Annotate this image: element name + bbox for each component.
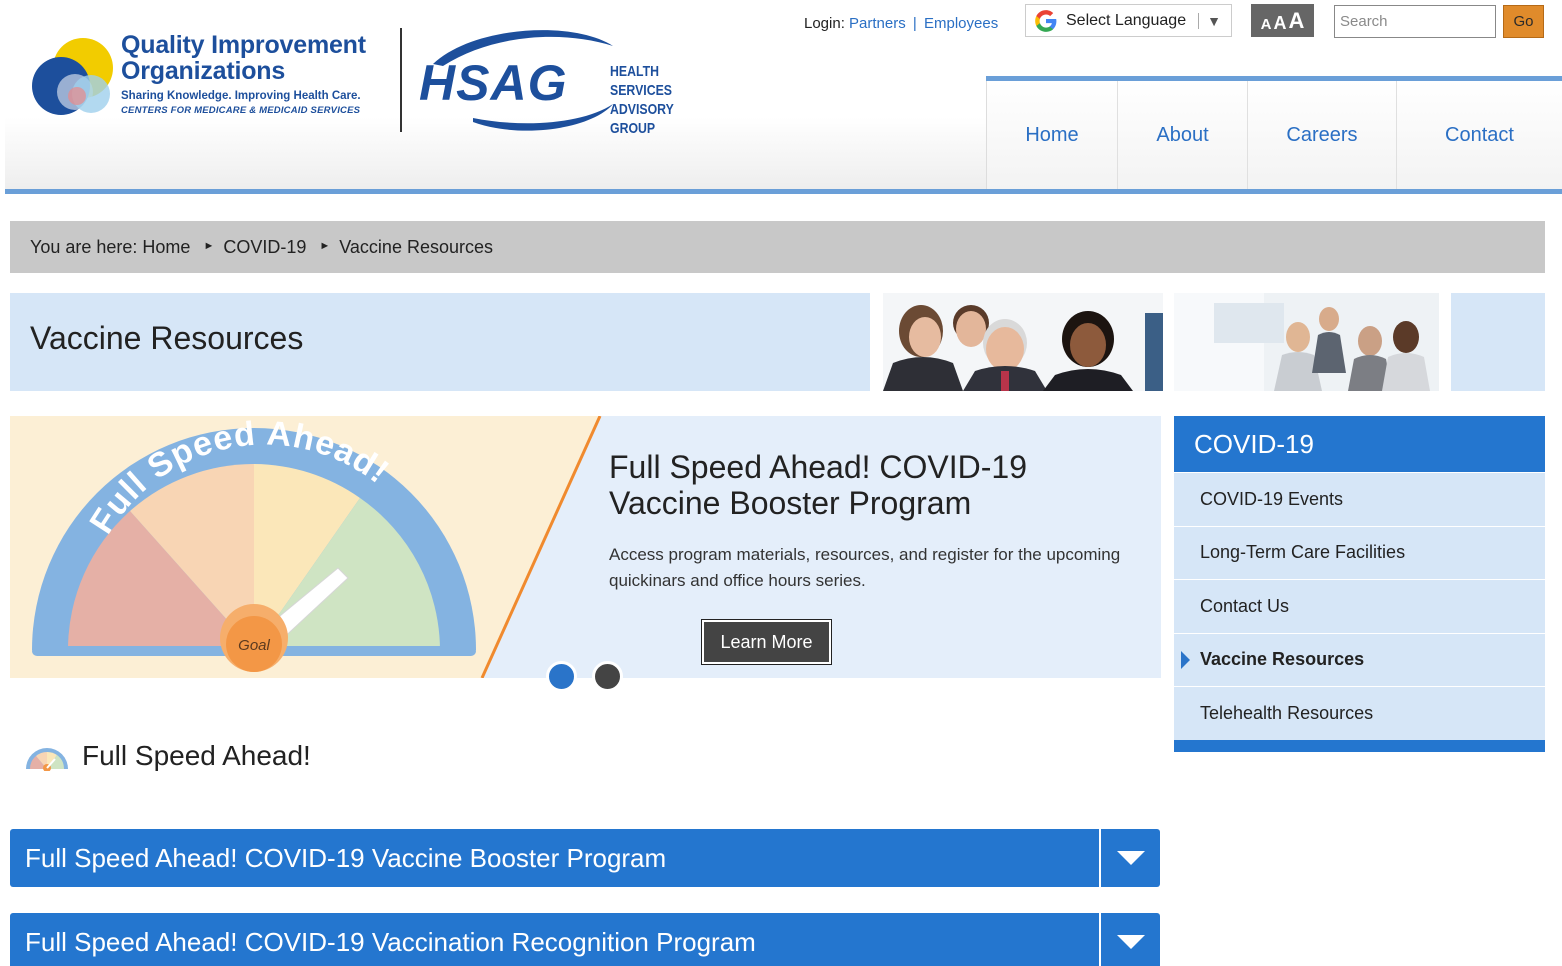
text-size-control: A A A bbox=[1251, 4, 1314, 37]
breadcrumb: You are here: Home ► COVID-19 ► Vaccine … bbox=[10, 221, 1545, 273]
slide-title: Full Speed Ahead! COVID-19 Vaccine Boost… bbox=[609, 449, 1028, 521]
google-g-icon bbox=[1035, 9, 1057, 32]
speed-gauge-icon bbox=[26, 748, 68, 771]
section-title: Full Speed Ahead! bbox=[82, 740, 311, 771]
partners-login-link[interactable]: Partners bbox=[849, 15, 906, 32]
breadcrumb-current: Vaccine Resources bbox=[339, 236, 493, 257]
hsag-logo[interactable]: HSAG HEALTH SERVICES ADVISORY GROUP bbox=[413, 24, 723, 137]
language-select-label: Select Language bbox=[1066, 11, 1187, 29]
hsag-sub-line2: ADVISORY GROUP bbox=[610, 101, 674, 137]
header-photo-team bbox=[883, 293, 1163, 391]
breadcrumb-separator-icon: ► bbox=[203, 240, 215, 252]
accordion-toggle[interactable] bbox=[1099, 913, 1160, 966]
nav-home[interactable]: Home bbox=[986, 81, 1117, 189]
chevron-down-icon: ▼ bbox=[1198, 12, 1221, 29]
search-input[interactable] bbox=[1334, 5, 1496, 38]
main-nav: Home About Careers Contact bbox=[986, 76, 1562, 189]
breadcrumb-home[interactable]: Home bbox=[142, 237, 190, 258]
sidebar-item-covid19-events[interactable]: COVID-19 Events bbox=[1174, 472, 1545, 526]
slide-description: Access program materials, resources, and… bbox=[609, 545, 1121, 590]
title-band-end bbox=[1451, 293, 1545, 391]
sidebar-heading[interactable]: COVID-19 bbox=[1174, 416, 1545, 472]
breadcrumb-separator-icon: ► bbox=[319, 240, 331, 252]
accordion-label: Full Speed Ahead! COVID-19 Vaccine Boost… bbox=[25, 842, 667, 873]
sidebar-item-telehealth[interactable]: Telehealth Resources bbox=[1174, 686, 1545, 740]
chevron-down-icon bbox=[1116, 935, 1145, 949]
logo-divider bbox=[400, 28, 402, 132]
slider-pagination bbox=[546, 661, 623, 692]
qio-agency: CENTERS FOR MEDICARE & MEDICAID SERVICES bbox=[121, 105, 361, 116]
nav-careers[interactable]: Careers bbox=[1247, 81, 1396, 189]
hero-slider: Goal Full Speed Ahead! Full Speed Ahead!… bbox=[10, 416, 1161, 678]
qio-title-line2: Organizations bbox=[121, 57, 286, 85]
caret-right-icon bbox=[1181, 650, 1190, 669]
sidebar-footer-bar bbox=[1174, 739, 1545, 752]
header-photo-group bbox=[1174, 293, 1439, 391]
hsag-sub-line1: HEALTH SERVICES bbox=[610, 63, 672, 99]
text-size-medium-button[interactable]: A bbox=[1273, 14, 1286, 32]
qio-tagline: Sharing Knowledge. Improving Health Care… bbox=[121, 90, 361, 102]
sidebar-item-vaccine-resources[interactable]: Vaccine Resources bbox=[1174, 632, 1545, 686]
full-speed-ahead-gauge-graphic: Goal Full Speed Ahead! bbox=[10, 416, 602, 678]
language-select[interactable]: Select Language ▼ bbox=[1025, 4, 1232, 37]
accordion-booster-program[interactable]: Full Speed Ahead! COVID-19 Vaccine Boost… bbox=[10, 829, 1160, 887]
sidebar-item-long-term-care[interactable]: Long-Term Care Facilities bbox=[1174, 525, 1545, 579]
qio-logo[interactable]: Quality Improvement Organizations Sharin… bbox=[31, 30, 411, 135]
text-size-large-button[interactable]: A bbox=[1288, 10, 1304, 32]
site-header: Quality Improvement Organizations Sharin… bbox=[5, 0, 1562, 194]
accordion-recognition-program[interactable]: Full Speed Ahead! COVID-19 Vaccination R… bbox=[10, 913, 1160, 966]
learn-more-button[interactable]: Learn More bbox=[701, 619, 832, 665]
employees-login-link[interactable]: Employees bbox=[924, 15, 998, 32]
gauge-goal-label: Goal bbox=[238, 637, 270, 654]
accordion-toggle[interactable] bbox=[1099, 829, 1160, 887]
sidebar-item-label: Vaccine Resources bbox=[1200, 649, 1365, 670]
qio-circles-icon bbox=[32, 38, 113, 115]
login-links: Login: Partners | Employees bbox=[804, 15, 998, 32]
login-label: Login: bbox=[804, 15, 845, 32]
sidebar-item-label: Telehealth Resources bbox=[1200, 702, 1374, 723]
nav-contact[interactable]: Contact bbox=[1396, 81, 1562, 189]
section-header: Full Speed Ahead! bbox=[24, 740, 311, 772]
slider-dot-1[interactable] bbox=[546, 661, 577, 692]
covid19-sidebar: COVID-19 COVID-19 Events Long-Term Care … bbox=[1174, 416, 1545, 752]
sidebar-item-label: COVID-19 Events bbox=[1200, 488, 1344, 509]
page-title-band: Vaccine Resources bbox=[10, 293, 870, 391]
nav-about[interactable]: About bbox=[1117, 81, 1247, 189]
text-size-small-button[interactable]: A bbox=[1261, 17, 1272, 32]
slider-dot-2[interactable] bbox=[592, 661, 623, 692]
breadcrumb-covid19[interactable]: COVID-19 bbox=[223, 237, 306, 258]
sidebar-item-label: Long-Term Care Facilities bbox=[1200, 542, 1406, 563]
breadcrumb-prefix: You are here: bbox=[30, 236, 138, 257]
login-separator: | bbox=[912, 15, 917, 32]
search-go-button[interactable]: Go bbox=[1503, 5, 1544, 38]
accordion-label: Full Speed Ahead! COVID-19 Vaccination R… bbox=[25, 926, 756, 957]
hsag-wordmark: HSAG bbox=[419, 55, 568, 111]
sidebar-item-label: Contact Us bbox=[1200, 595, 1290, 616]
sidebar-item-contact-us[interactable]: Contact Us bbox=[1174, 579, 1545, 633]
chevron-down-icon bbox=[1116, 851, 1145, 865]
qio-title-line1: Quality Improvement bbox=[121, 31, 366, 59]
page-title: Vaccine Resources bbox=[30, 320, 304, 356]
